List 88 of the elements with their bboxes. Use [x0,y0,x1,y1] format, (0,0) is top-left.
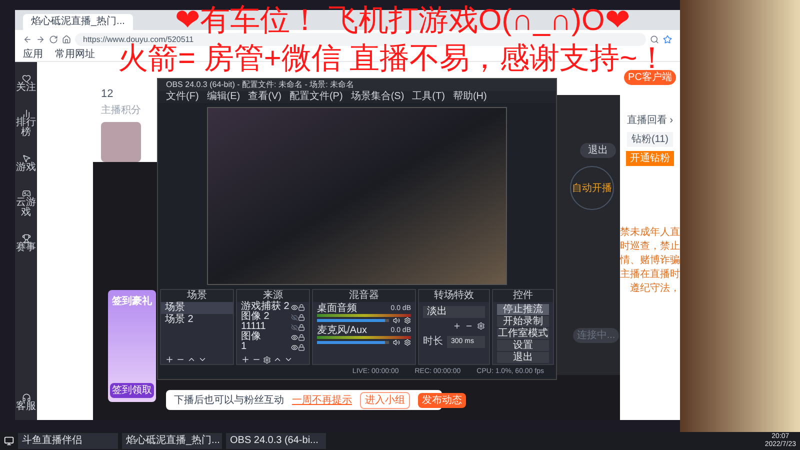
control-button[interactable]: 开始录制 [497,316,549,327]
nav-icon [22,74,30,83]
notice-text: 禁未成年人直 [620,226,680,240]
lock-icon[interactable] [298,334,305,340]
bookmark-item[interactable]: 常用网址 [55,48,95,60]
score-value: 12 [101,87,114,102]
dock-title: 来源 [237,290,309,302]
source-item[interactable]: 图像 2 [241,312,291,322]
add-icon[interactable] [453,322,461,330]
replay-link[interactable]: 直播回看 › [626,113,674,128]
nav-icon [22,189,30,198]
transition-select[interactable]: 淡出 [423,306,485,318]
menu-item[interactable]: 查看(V) [248,91,282,103]
settings-icon[interactable] [477,322,485,330]
nav-item[interactable]: 云游戏 [16,189,36,218]
taskbar-app[interactable]: 斗鱼直播伴侣 [18,433,118,449]
move-up-icon[interactable] [187,355,196,364]
exit-button[interactable]: 退出 [580,143,616,158]
nav-item[interactable]: 客服 [16,393,36,420]
menu-item[interactable]: 场景集合(S) [350,91,404,103]
bookmark-item[interactable]: 应用 [23,48,43,60]
menu-item[interactable]: 编辑(E) [206,91,240,103]
dock-title: 转场特效 [419,290,489,302]
nav-item[interactable]: 游戏 [16,154,36,173]
notice-text: 遵纪守法， [630,282,680,296]
scene-item[interactable]: 场景 2 [161,314,233,326]
add-icon[interactable] [241,355,250,364]
nav-icon [22,109,30,118]
taskbar-app[interactable]: 焰心砥泥直播_热门... [122,433,222,449]
speaker-icon[interactable] [393,317,400,324]
scene-item[interactable]: 场景 [161,302,233,314]
menu-item[interactable]: 帮助(H) [452,91,487,103]
source-item[interactable]: 图像 [241,332,291,342]
source-item[interactable]: 1 [241,342,291,352]
score-label: 主播积分 [101,104,141,118]
star-icon[interactable] [663,34,672,44]
nav-item[interactable]: 赛事 [16,234,36,253]
headset-icon [22,393,30,402]
move-down-icon[interactable] [198,355,207,364]
duration-label: 时长 [423,334,443,349]
window-title: OBS 24.0.3 (64-bit) - 配置文件: 未命名 - 场景: 未命名 [158,79,556,91]
toast-message: 下播后也可以与粉丝互动 [174,394,284,408]
dock-title: 控件 [493,290,553,302]
forward-icon[interactable] [36,34,45,44]
menu-item[interactable]: 配置文件(P) [289,91,343,103]
nav-icon [22,234,30,243]
notice-text: 主播在直播时 [620,268,680,282]
nav-item[interactable]: 排行榜 [16,109,36,138]
taskbar-app[interactable]: OBS 24.0.3 (64-bi... [226,433,326,449]
notice-text: 时巡查，禁止 [620,240,680,254]
signin-button[interactable]: 签到领取 [110,383,154,398]
status-pill: 连接中... [572,328,620,343]
control-button[interactable]: 设置 [497,340,549,351]
back-icon[interactable] [23,34,32,44]
nav-icon [22,154,30,163]
source-item[interactable]: 游戏捕获 2 [241,302,291,312]
home-icon[interactable] [62,34,71,44]
settings-icon[interactable] [263,356,271,364]
control-button[interactable]: 工作室模式 [497,328,549,339]
speaker-icon[interactable] [393,339,400,346]
menu-item[interactable]: 工具(T) [412,91,445,103]
control-button[interactable]: 停止推流 [497,304,549,315]
notice-text: 情、赌博诈骗 [620,254,680,268]
avatar-placeholder [101,122,141,162]
channel-name: 桌面音频 [317,304,357,314]
settings-icon[interactable] [404,339,411,346]
lock-icon[interactable] [298,304,305,310]
auto-start-button[interactable]: 自动开播 [570,166,614,210]
dock-title: 场景 [161,290,233,302]
browser-tab[interactable]: 焰心砥泥直播_热门... [23,14,133,30]
nav-item[interactable]: 关注 [16,74,36,93]
add-icon[interactable] [165,355,174,364]
lock-icon[interactable] [298,344,305,350]
control-button[interactable]: 退出 [497,352,549,363]
settings-icon[interactable] [404,317,411,324]
signin-title: 签到豪礼 [112,294,152,309]
dock-title: 混音器 [313,290,415,302]
source-item[interactable]: 11111 [241,322,291,332]
search-icon[interactable] [650,34,659,44]
reload-icon[interactable] [49,34,58,44]
lock-icon[interactable] [298,314,305,320]
channel-name: 麦克风/Aux [317,326,368,336]
fans-tab[interactable]: 钻粉(11) [627,132,673,147]
move-up-icon[interactable] [273,355,282,364]
move-down-icon[interactable] [284,355,293,364]
start-icon[interactable] [4,436,14,446]
menu-item[interactable]: 文件(F) [166,91,199,103]
lock-icon[interactable] [298,324,305,330]
